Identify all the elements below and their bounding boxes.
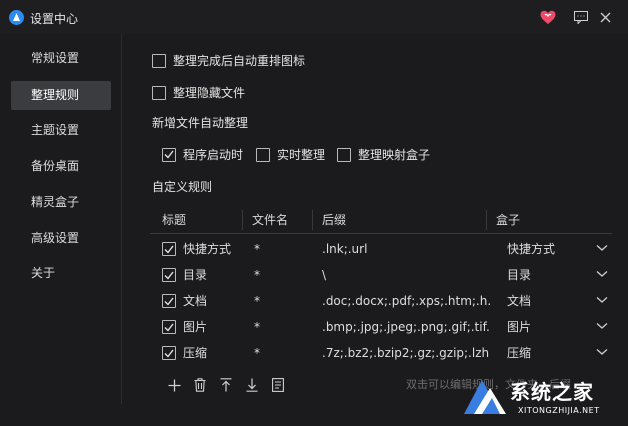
- checkbox-box-checked[interactable]: [162, 294, 176, 308]
- table-row[interactable]: 快捷方式 * .lnk;.url 快捷方式: [150, 236, 612, 262]
- chevron-down-icon[interactable]: [596, 348, 608, 356]
- row-box[interactable]: 快捷方式: [507, 236, 555, 262]
- row-filename: *: [254, 320, 260, 334]
- move-up-icon[interactable]: [218, 375, 234, 395]
- table-header: 标题 文件名 后缀 盒子: [150, 206, 612, 234]
- checkbox-box-checked[interactable]: [162, 346, 176, 360]
- table-row[interactable]: 目录 * \ 目录: [150, 262, 612, 288]
- row-checkbox[interactable]: [162, 320, 183, 334]
- chevron-down-icon[interactable]: [596, 244, 608, 252]
- table-row[interactable]: 压缩 * .7z;.bz2;.bzip2;.gz;.gzip;.lzh... 压…: [150, 340, 612, 366]
- column-separator[interactable]: [486, 210, 487, 230]
- watermark-logo-icon: [464, 380, 506, 414]
- chevron-down-icon[interactable]: [596, 322, 608, 330]
- realtime-label: 实时整理: [277, 148, 326, 162]
- sidebar: 常规设置 整理规则 主题设置 备份桌面 精灵盒子 高级设置 关于: [0, 34, 122, 426]
- watermark-url: XITONGZHIJIA.NET: [518, 406, 600, 415]
- row-filename: *: [254, 242, 260, 256]
- heart-icon[interactable]: [539, 8, 557, 26]
- column-header-suffix[interactable]: 后缀: [322, 206, 346, 234]
- checkbox-box-checked[interactable]: [162, 320, 176, 334]
- row-suffix: .7z;.bz2;.bzip2;.gz;.gzip;.lzh...: [322, 346, 490, 360]
- row-checkbox[interactable]: [162, 242, 183, 256]
- trash-icon[interactable]: [192, 375, 208, 395]
- row-title: 压缩: [183, 346, 208, 360]
- auto-arrange-checkbox[interactable]: 整理完成后自动重排图标: [152, 52, 305, 69]
- row-box[interactable]: 目录: [507, 262, 531, 288]
- table-row[interactable]: 图片 * .bmp;.jpg;.jpeg;.png;.gif;.tif... 图…: [150, 314, 612, 340]
- row-suffix: \: [322, 268, 327, 282]
- checkbox-box[interactable]: [152, 53, 166, 68]
- checkbox-box-checked[interactable]: [162, 268, 176, 282]
- table-row[interactable]: 文档 * .doc;.docx;.pdf;.xps;.htm;.h... 文档: [150, 288, 612, 314]
- hidden-files-label: 整理隐藏文件: [173, 86, 246, 100]
- move-down-icon[interactable]: [244, 375, 260, 395]
- row-title: 快捷方式: [183, 242, 232, 256]
- row-checkbox[interactable]: [162, 294, 183, 308]
- close-icon[interactable]: [596, 8, 614, 26]
- column-header-filename[interactable]: 文件名: [252, 206, 288, 234]
- sidebar-item-theme[interactable]: 主题设置: [11, 116, 111, 145]
- watermark-brand: 系统之家: [510, 380, 594, 404]
- custom-rules-section-title: 自定义规则: [152, 180, 213, 194]
- row-box[interactable]: 图片: [507, 314, 531, 340]
- checkbox-box[interactable]: [337, 147, 351, 162]
- sidebar-item-fence-box[interactable]: 精灵盒子: [11, 188, 111, 217]
- row-checkbox[interactable]: [162, 346, 183, 360]
- new-files-section-title: 新增文件自动整理: [152, 116, 249, 130]
- sidebar-item-backup[interactable]: 备份桌面: [11, 152, 111, 181]
- row-title: 文档: [183, 294, 208, 308]
- mapped-box-label: 整理映射盒子: [358, 148, 431, 162]
- realtime-checkbox[interactable]: 实时整理: [256, 146, 325, 163]
- title-bar: 设置中心: [0, 0, 628, 34]
- window-title: 设置中心: [30, 12, 79, 26]
- row-suffix: .bmp;.jpg;.jpeg;.png;.gif;.tif...: [322, 320, 490, 334]
- row-box[interactable]: 文档: [507, 288, 531, 314]
- on-startup-checkbox[interactable]: 程序启动时: [162, 146, 243, 163]
- add-icon[interactable]: [166, 375, 182, 395]
- mapped-box-checkbox[interactable]: 整理映射盒子: [337, 146, 430, 163]
- checkbox-box-checked[interactable]: [162, 147, 176, 162]
- app-logo-icon: [9, 10, 24, 25]
- chevron-down-icon[interactable]: [596, 270, 608, 278]
- column-header-title[interactable]: 标题: [162, 206, 186, 234]
- sidebar-item-advanced[interactable]: 高级设置: [11, 224, 111, 253]
- feedback-icon[interactable]: [572, 8, 590, 26]
- column-separator[interactable]: [242, 210, 243, 230]
- checkbox-box[interactable]: [152, 85, 166, 100]
- sidebar-item-general[interactable]: 常规设置: [11, 44, 111, 73]
- row-title: 目录: [183, 268, 208, 282]
- watermark: 系统之家 XITONGZHIJIA.NET: [458, 372, 628, 426]
- row-filename: *: [254, 268, 260, 282]
- rules-panel: 整理完成后自动重排图标 整理隐藏文件 新增文件自动整理 程序启动时 实时整理 整…: [122, 34, 628, 426]
- row-checkbox[interactable]: [162, 268, 183, 282]
- row-suffix: .doc;.docx;.pdf;.xps;.htm;.h...: [322, 294, 490, 308]
- sidebar-item-rules[interactable]: 整理规则: [11, 81, 111, 110]
- auto-arrange-label: 整理完成后自动重排图标: [173, 54, 306, 68]
- sidebar-item-about[interactable]: 关于: [11, 259, 111, 288]
- row-suffix: .lnk;.url: [322, 242, 368, 256]
- row-box[interactable]: 压缩: [507, 340, 531, 366]
- column-separator[interactable]: [312, 210, 313, 230]
- column-header-box[interactable]: 盒子: [496, 206, 520, 234]
- checkbox-box[interactable]: [256, 147, 270, 162]
- edit-icon[interactable]: [270, 375, 286, 395]
- chevron-down-icon[interactable]: [596, 296, 608, 304]
- checkbox-box-checked[interactable]: [162, 242, 176, 256]
- hidden-files-checkbox[interactable]: 整理隐藏文件: [152, 84, 245, 101]
- on-startup-label: 程序启动时: [183, 148, 244, 162]
- row-filename: *: [254, 294, 260, 308]
- row-title: 图片: [183, 320, 208, 334]
- row-filename: *: [254, 346, 260, 360]
